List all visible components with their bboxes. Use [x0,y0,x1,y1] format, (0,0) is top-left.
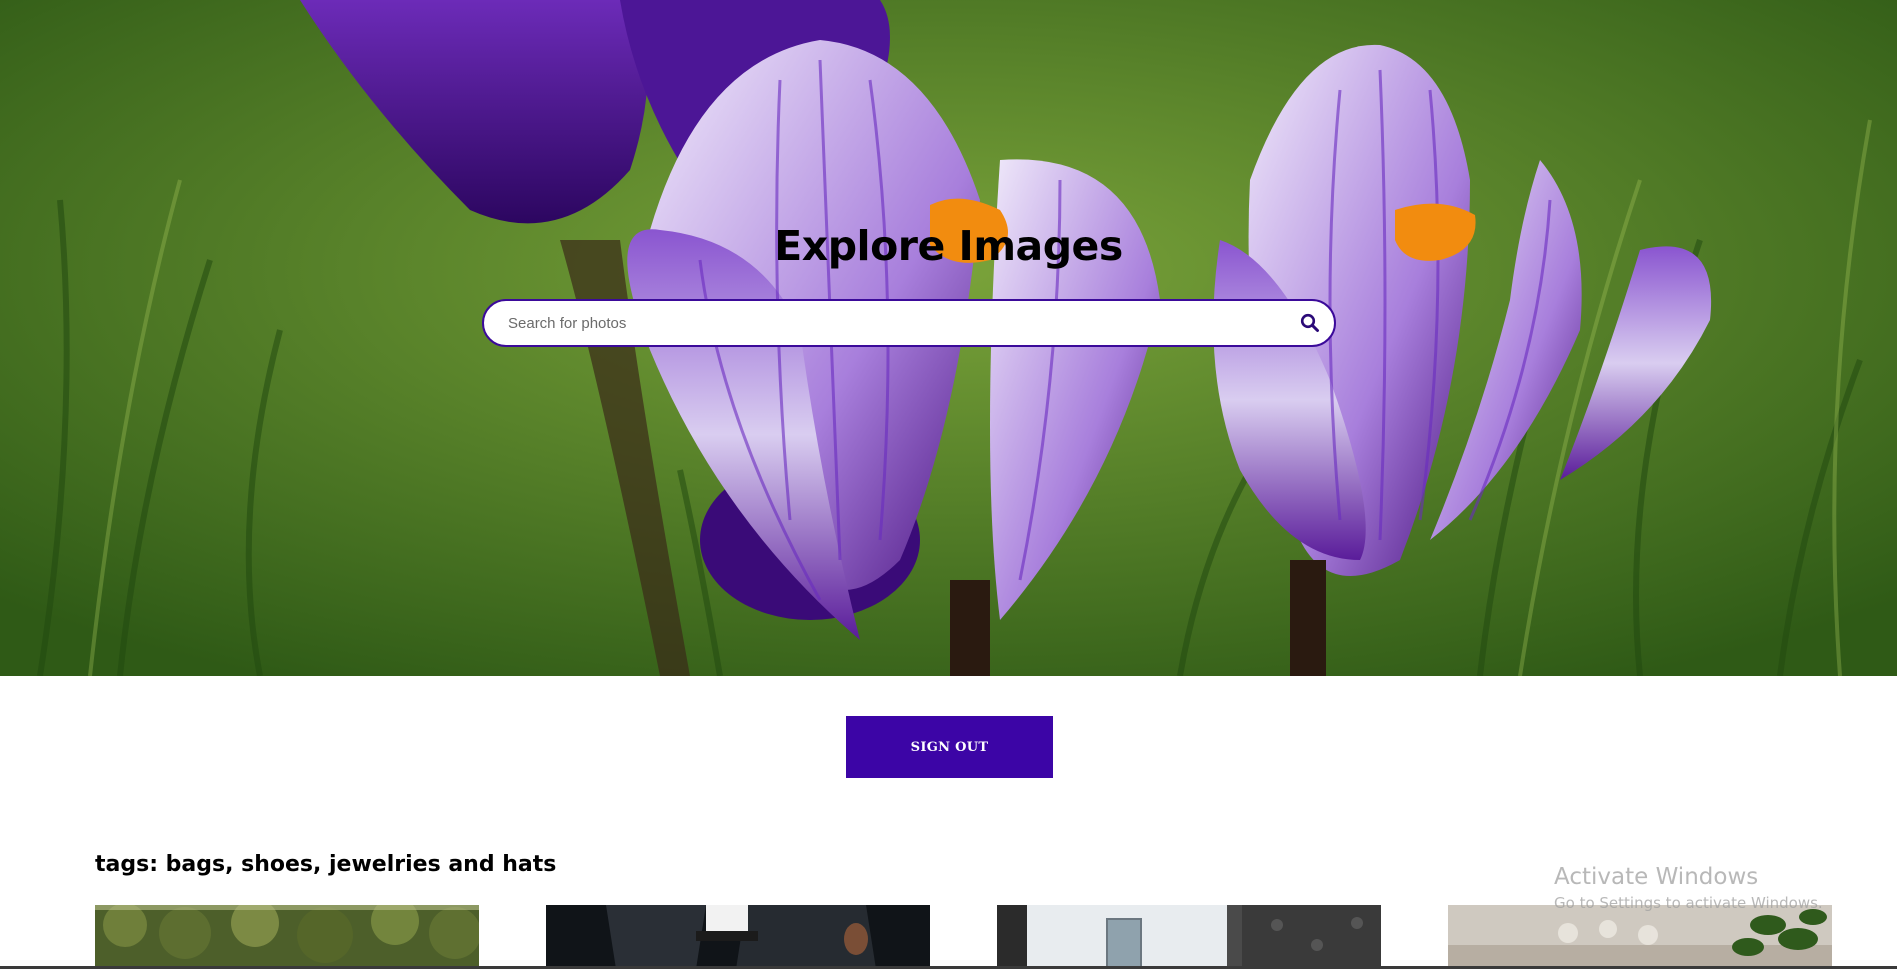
gallery-item[interactable] [1448,905,1832,969]
search-icon [1300,313,1319,332]
gallery-item[interactable] [997,905,1381,969]
page-title: Explore Images [774,222,1123,270]
photo-interior-plant-icon [1448,905,1832,969]
search-input[interactable] [508,301,1268,345]
photo-building-window-icon [997,905,1381,969]
search-bar [482,299,1336,347]
gallery-item[interactable] [95,905,479,969]
sign-out-button[interactable]: SIGN OUT [846,716,1053,778]
gallery-item[interactable] [546,905,930,969]
watermark-title: Activate Windows [1554,864,1759,890]
activate-windows-watermark: Activate Windows Go to Settings to activ… [1554,864,1823,912]
hero-banner: Explore Images [0,0,1897,676]
watermark-subtitle: Go to Settings to activate Windows. [1554,894,1823,912]
search-button[interactable] [1296,309,1324,337]
photo-garden-hedge-icon [95,905,479,969]
photo-person-in-suit-icon [546,905,930,969]
tags-heading: tags: bags, shoes, jewelries and hats [95,852,557,877]
